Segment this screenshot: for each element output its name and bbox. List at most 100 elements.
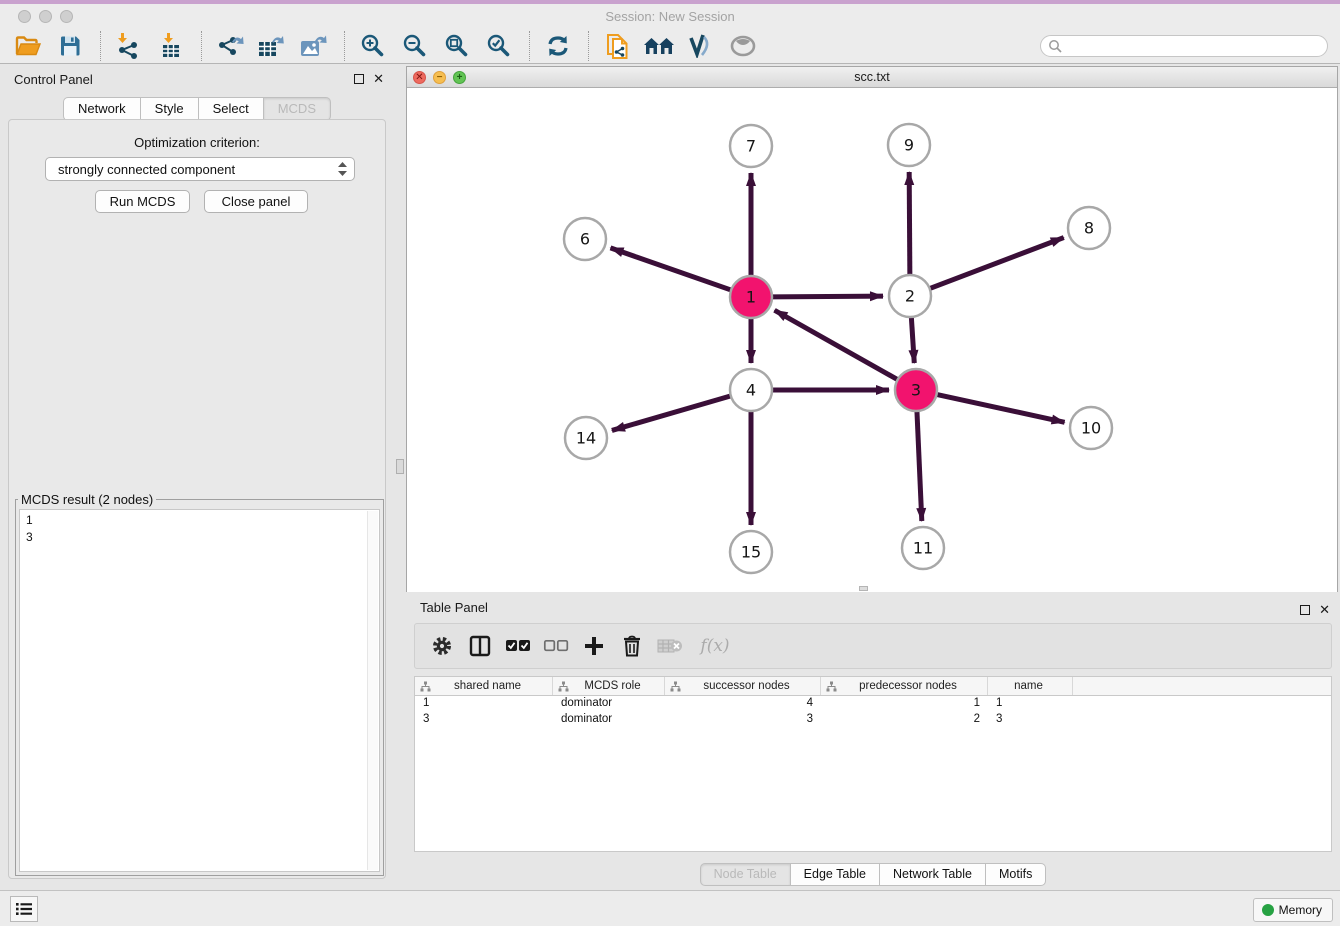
status-bar: Memory [0,890,1340,926]
mcds-result-textarea[interactable]: 1 3 [19,509,380,872]
import-network-icon[interactable] [113,31,145,61]
node-label-3: 3 [911,381,921,400]
export-table-icon[interactable] [256,31,288,61]
zoom-out-icon[interactable] [399,31,431,61]
add-row-icon[interactable] [581,632,607,660]
table-cell: 1 [988,696,1073,712]
export-network-icon[interactable] [214,31,246,61]
node-table-body: 1dominator4113dominator323 [415,696,1331,728]
edge-4-14[interactable] [612,396,731,431]
column-header-name[interactable]: name [988,677,1073,695]
run-mcds-button[interactable]: Run MCDS [95,190,190,213]
import-table-icon[interactable] [155,31,187,61]
save-session-icon[interactable] [54,31,86,61]
toolbar-separator [201,31,202,61]
float-table-panel-icon[interactable] [1300,605,1310,615]
node-label-11: 11 [913,539,933,558]
column-header-mcds-role[interactable]: MCDS role [553,677,665,695]
delete-table-icon[interactable] [657,632,683,660]
home-layout-icon[interactable] [643,31,675,61]
table-panel-title: Table Panel [420,600,488,615]
result-scrollbar[interactable] [367,511,378,870]
edge-2-3[interactable] [911,317,914,363]
table-row[interactable]: 1dominator411 [415,696,1331,712]
table-tabs: Node Table Edge Table Network Table Moti… [406,863,1340,886]
table-cell: 2 [821,712,988,728]
column-header-successor-nodes[interactable]: successor nodes [665,677,821,695]
mcds-panel: Optimization criterion: strongly connect… [8,119,386,879]
function-builder-icon[interactable]: f(x) [695,632,735,660]
tab-network[interactable]: Network [63,97,141,121]
vizmapper-icon[interactable] [685,31,717,61]
refresh-icon[interactable] [542,31,574,61]
edge-3-1[interactable] [775,310,898,379]
close-panel-button[interactable]: Close panel [204,190,308,213]
network-canvas[interactable]: 7968124314101511 [407,88,1337,592]
node-label-1: 1 [746,288,756,307]
criterion-dropdown-value: strongly connected component [58,162,337,177]
gear-icon[interactable] [429,632,455,660]
birds-eye-icon[interactable] [727,31,759,61]
control-panel-tabs: Network Style Select MCDS [0,97,394,121]
table-cell: 3 [988,712,1073,728]
tab-mcds[interactable]: MCDS [264,97,331,121]
edge-1-6[interactable] [610,248,731,290]
criterion-dropdown[interactable]: strongly connected component [45,157,355,181]
attribute-type-icon [558,681,569,692]
edge-1-2[interactable] [772,296,883,297]
tab-motifs[interactable]: Motifs [986,863,1046,886]
task-history-button[interactable] [10,896,38,922]
node-label-8: 8 [1084,219,1094,238]
edge-3-10[interactable] [937,394,1065,422]
close-panel-icon[interactable]: ✕ [373,73,384,84]
main-toolbar [0,28,1340,64]
tab-network-table[interactable]: Network Table [880,863,986,886]
edge-3-11[interactable] [917,411,922,521]
table-cell: 3 [415,712,553,728]
delete-row-icon[interactable] [619,632,645,660]
node-label-14: 14 [576,429,596,448]
node-label-15: 15 [741,543,761,562]
edge-2-8[interactable] [930,238,1064,289]
memory-button[interactable]: Memory [1253,898,1333,922]
window-title: Session: New Session [0,9,1340,24]
node-label-10: 10 [1081,419,1101,438]
float-panel-icon[interactable] [354,74,364,84]
toolbar-separator [100,31,101,61]
select-all-icon[interactable] [505,632,531,660]
node-label-4: 4 [746,381,756,400]
zoom-in-icon[interactable] [357,31,389,61]
tab-edge-table[interactable]: Edge Table [791,863,880,886]
zoom-fit-icon[interactable] [441,31,473,61]
control-panel-title: Control Panel [14,72,93,87]
attribute-type-icon [670,681,681,692]
tab-node-table[interactable]: Node Table [700,863,791,886]
node-table-header: shared name MCDS role successor nodes pr… [415,677,1331,696]
column-header-shared-name[interactable]: shared name [415,677,553,695]
search-field[interactable] [1040,35,1328,57]
column-header-predecessor-nodes[interactable]: predecessor nodes [821,677,988,695]
clipboard-network-icon[interactable] [601,31,633,61]
table-cell: 3 [665,712,821,728]
zoom-selected-icon[interactable] [483,31,515,61]
attribute-type-icon [826,681,837,692]
table-toolbar: f(x) [414,623,1332,669]
open-file-icon[interactable] [12,31,44,61]
export-image-icon[interactable] [298,31,330,61]
edge-2-9[interactable] [909,172,910,275]
network-window-title: scc.txt [407,70,1337,84]
network-window-titlebar[interactable]: ✕ − + scc.txt [407,67,1337,88]
node-label-7: 7 [746,137,756,156]
close-table-panel-icon[interactable]: ✕ [1319,604,1330,615]
splitter-grip[interactable] [396,459,404,474]
table-cell: dominator [553,696,665,712]
table-panel: Table Panel ✕ f(x) [406,595,1340,890]
network-splitter-grip[interactable] [859,586,868,591]
tab-select[interactable]: Select [199,97,264,121]
tab-style[interactable]: Style [141,97,199,121]
table-cell: dominator [553,712,665,728]
table-row[interactable]: 3dominator323 [415,712,1331,728]
split-view-icon[interactable] [467,632,493,660]
deselect-all-icon[interactable] [543,632,569,660]
search-input[interactable] [1062,37,1327,55]
